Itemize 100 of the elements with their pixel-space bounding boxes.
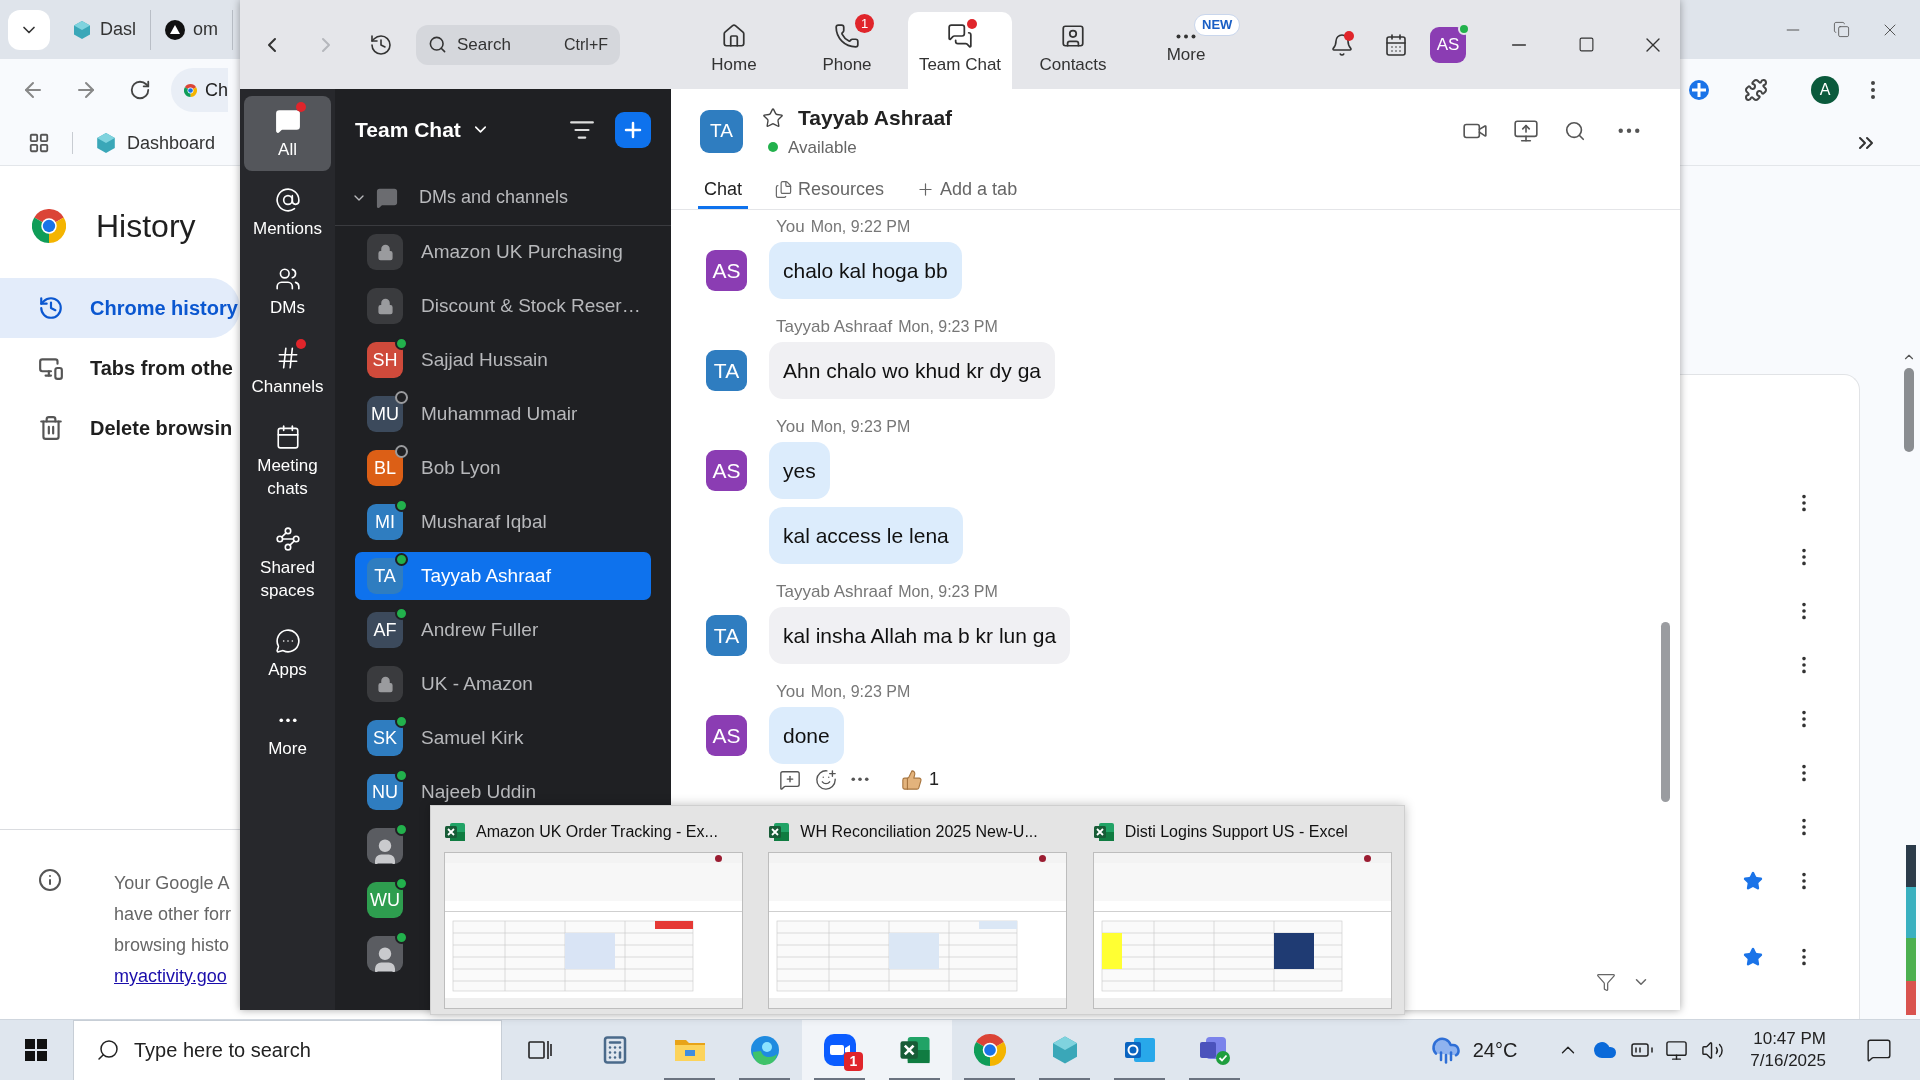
section-header[interactable]: DMs and channels xyxy=(335,170,671,226)
restore-icon[interactable] xyxy=(1833,21,1850,38)
sidebar-item[interactable]: Meeting chats xyxy=(244,412,331,510)
activity-link[interactable]: myactivity.goo xyxy=(114,961,232,992)
user-avatar: TA xyxy=(367,558,403,594)
browser-tab[interactable]: Dasl xyxy=(72,9,151,50)
recent-icon[interactable] xyxy=(369,32,393,57)
share-screen-icon[interactable] xyxy=(1513,118,1539,144)
app-tab[interactable]: Contacts xyxy=(1021,12,1125,89)
weather-icon[interactable] xyxy=(1430,1035,1461,1065)
more-icon[interactable] xyxy=(278,717,297,723)
reply-icon[interactable] xyxy=(779,768,801,791)
network-icon[interactable] xyxy=(1665,1038,1689,1062)
clock-time: 10:47 PM xyxy=(1753,1028,1826,1050)
app-tab[interactable]: NEW More xyxy=(1134,12,1238,89)
user-avatar: SK xyxy=(367,720,403,756)
sidebar-item[interactable]: DMs xyxy=(244,254,331,329)
app-tab[interactable]: Phone 1 xyxy=(795,12,899,89)
new-chat-button[interactable] xyxy=(615,111,651,148)
message-time: Mon, 9:23 PM xyxy=(810,682,911,702)
channel-item[interactable]: SK Samuel Kirk xyxy=(355,714,651,762)
user-avatar xyxy=(367,828,403,864)
channel-item[interactable]: TA Tayyab Ashraaf xyxy=(355,552,651,600)
reaction-chip[interactable]: 1 xyxy=(901,766,939,793)
channel-item[interactable]: Discount & Stock Reser… xyxy=(355,282,651,330)
scrollbar-thumb[interactable] xyxy=(1661,622,1670,802)
sender-avatar: AS xyxy=(706,450,747,491)
address-text: Ch xyxy=(205,78,228,102)
bookmark[interactable]: Dashboard xyxy=(95,129,216,157)
address-bar[interactable]: Ch xyxy=(171,68,228,112)
taskbar-search-field[interactable]: Type here to search xyxy=(73,1019,502,1080)
sidebar-item[interactable]: All xyxy=(244,96,331,171)
search-icon xyxy=(96,1038,120,1062)
channel-item[interactable]: MI Musharaf Iqbal xyxy=(355,498,651,546)
more-icon[interactable] xyxy=(1176,33,1196,39)
user-avatar: NU xyxy=(367,774,403,810)
sender-avatar: TA xyxy=(706,615,747,656)
star-icon[interactable] xyxy=(762,106,784,129)
channel-item[interactable]: UK - Amazon xyxy=(355,660,651,708)
sidebar-item[interactable]: More xyxy=(244,695,331,770)
channel-item[interactable]: BL Bob Lyon xyxy=(355,444,651,492)
maximize-icon[interactable] xyxy=(1578,36,1595,53)
channel-item[interactable]: Amazon UK Purchasing xyxy=(355,228,651,276)
more-icon[interactable] xyxy=(1618,128,1640,134)
channel-item[interactable]: MU Muhammad Umair xyxy=(355,390,651,438)
info-icon xyxy=(38,868,62,892)
apps-icon xyxy=(274,628,301,654)
history-icon xyxy=(38,295,64,321)
star-icon[interactable] xyxy=(1743,947,1763,967)
browser-tab[interactable]: om xyxy=(165,9,234,50)
window-title: Disti Logins Support US - Excel xyxy=(1124,822,1348,842)
mail-app-icon[interactable] xyxy=(1123,1035,1156,1065)
message-bubble: yes xyxy=(769,442,830,499)
extensions-icon[interactable] xyxy=(1744,78,1768,102)
user-avatar[interactable]: AS xyxy=(1430,26,1466,63)
search-field[interactable]: Search Ctrl+F xyxy=(416,24,620,65)
message-bubble: kal insha Allah ma b kr lun ga xyxy=(769,607,1071,664)
page-title: History xyxy=(96,207,196,246)
message-bubble: kal access le lena xyxy=(769,507,963,564)
nav-item[interactable]: Chrome history xyxy=(0,278,240,338)
channel-item[interactable]: AF Andrew Fuller xyxy=(355,606,651,654)
star-icon[interactable] xyxy=(1743,871,1763,891)
app-tab[interactable]: Home xyxy=(682,12,786,89)
sidebar-item[interactable]: Channels xyxy=(244,333,331,408)
window-title: WH Reconciliation 2025 New-U... xyxy=(800,822,1038,842)
chat-tab[interactable]: Add a tab xyxy=(910,172,1024,209)
devices-icon xyxy=(38,355,64,381)
teams-app-icon[interactable] xyxy=(1197,1034,1232,1066)
sender-name: You xyxy=(776,416,805,438)
filter-icon[interactable] xyxy=(1596,972,1616,992)
sidebar-item[interactable]: Shared spaces xyxy=(244,514,331,612)
hexagon-icon xyxy=(95,132,117,154)
channel-item[interactable]: SH Sajjad Hussain xyxy=(355,336,651,384)
count-badge: 1 xyxy=(844,1051,863,1071)
chat-tab[interactable]: Chat xyxy=(698,172,749,209)
windows-start-icon[interactable] xyxy=(25,1039,47,1061)
list-title-dropdown[interactable]: Team Chat xyxy=(355,113,490,146)
more-icon[interactable] xyxy=(851,777,869,782)
chat-tab[interactable]: Resources xyxy=(768,172,891,209)
temperature-text: 24°C xyxy=(1472,1038,1518,1063)
extension-icon[interactable] xyxy=(1688,79,1710,101)
sidebar-item[interactable]: Mentions xyxy=(244,175,331,250)
chrome-logo-icon xyxy=(32,209,66,243)
add-reaction-icon[interactable] xyxy=(815,768,837,791)
reload-icon[interactable] xyxy=(129,79,151,101)
search-icon[interactable] xyxy=(1564,120,1586,142)
notification-center-icon[interactable] xyxy=(1866,1037,1892,1063)
nav-item[interactable]: Tabs from othe xyxy=(0,338,240,398)
video-app-icon[interactable] xyxy=(822,1033,857,1067)
notifications-icon[interactable] xyxy=(1330,32,1354,57)
apps-grid-icon[interactable] xyxy=(28,132,50,154)
task-view-icon[interactable] xyxy=(526,1038,553,1062)
scrollbar-thumb[interactable] xyxy=(1904,368,1914,452)
profile-avatar[interactable]: A xyxy=(1811,76,1839,104)
clock-date: 7/16/2025 xyxy=(1750,1050,1826,1072)
app-tab[interactable]: Team Chat xyxy=(908,12,1012,89)
calendar-icon[interactable] xyxy=(1384,32,1408,57)
edge-browser-icon[interactable] xyxy=(748,1034,781,1066)
nav-item[interactable]: Delete browsin xyxy=(0,398,240,458)
sidebar-item[interactable]: Apps xyxy=(244,616,331,691)
